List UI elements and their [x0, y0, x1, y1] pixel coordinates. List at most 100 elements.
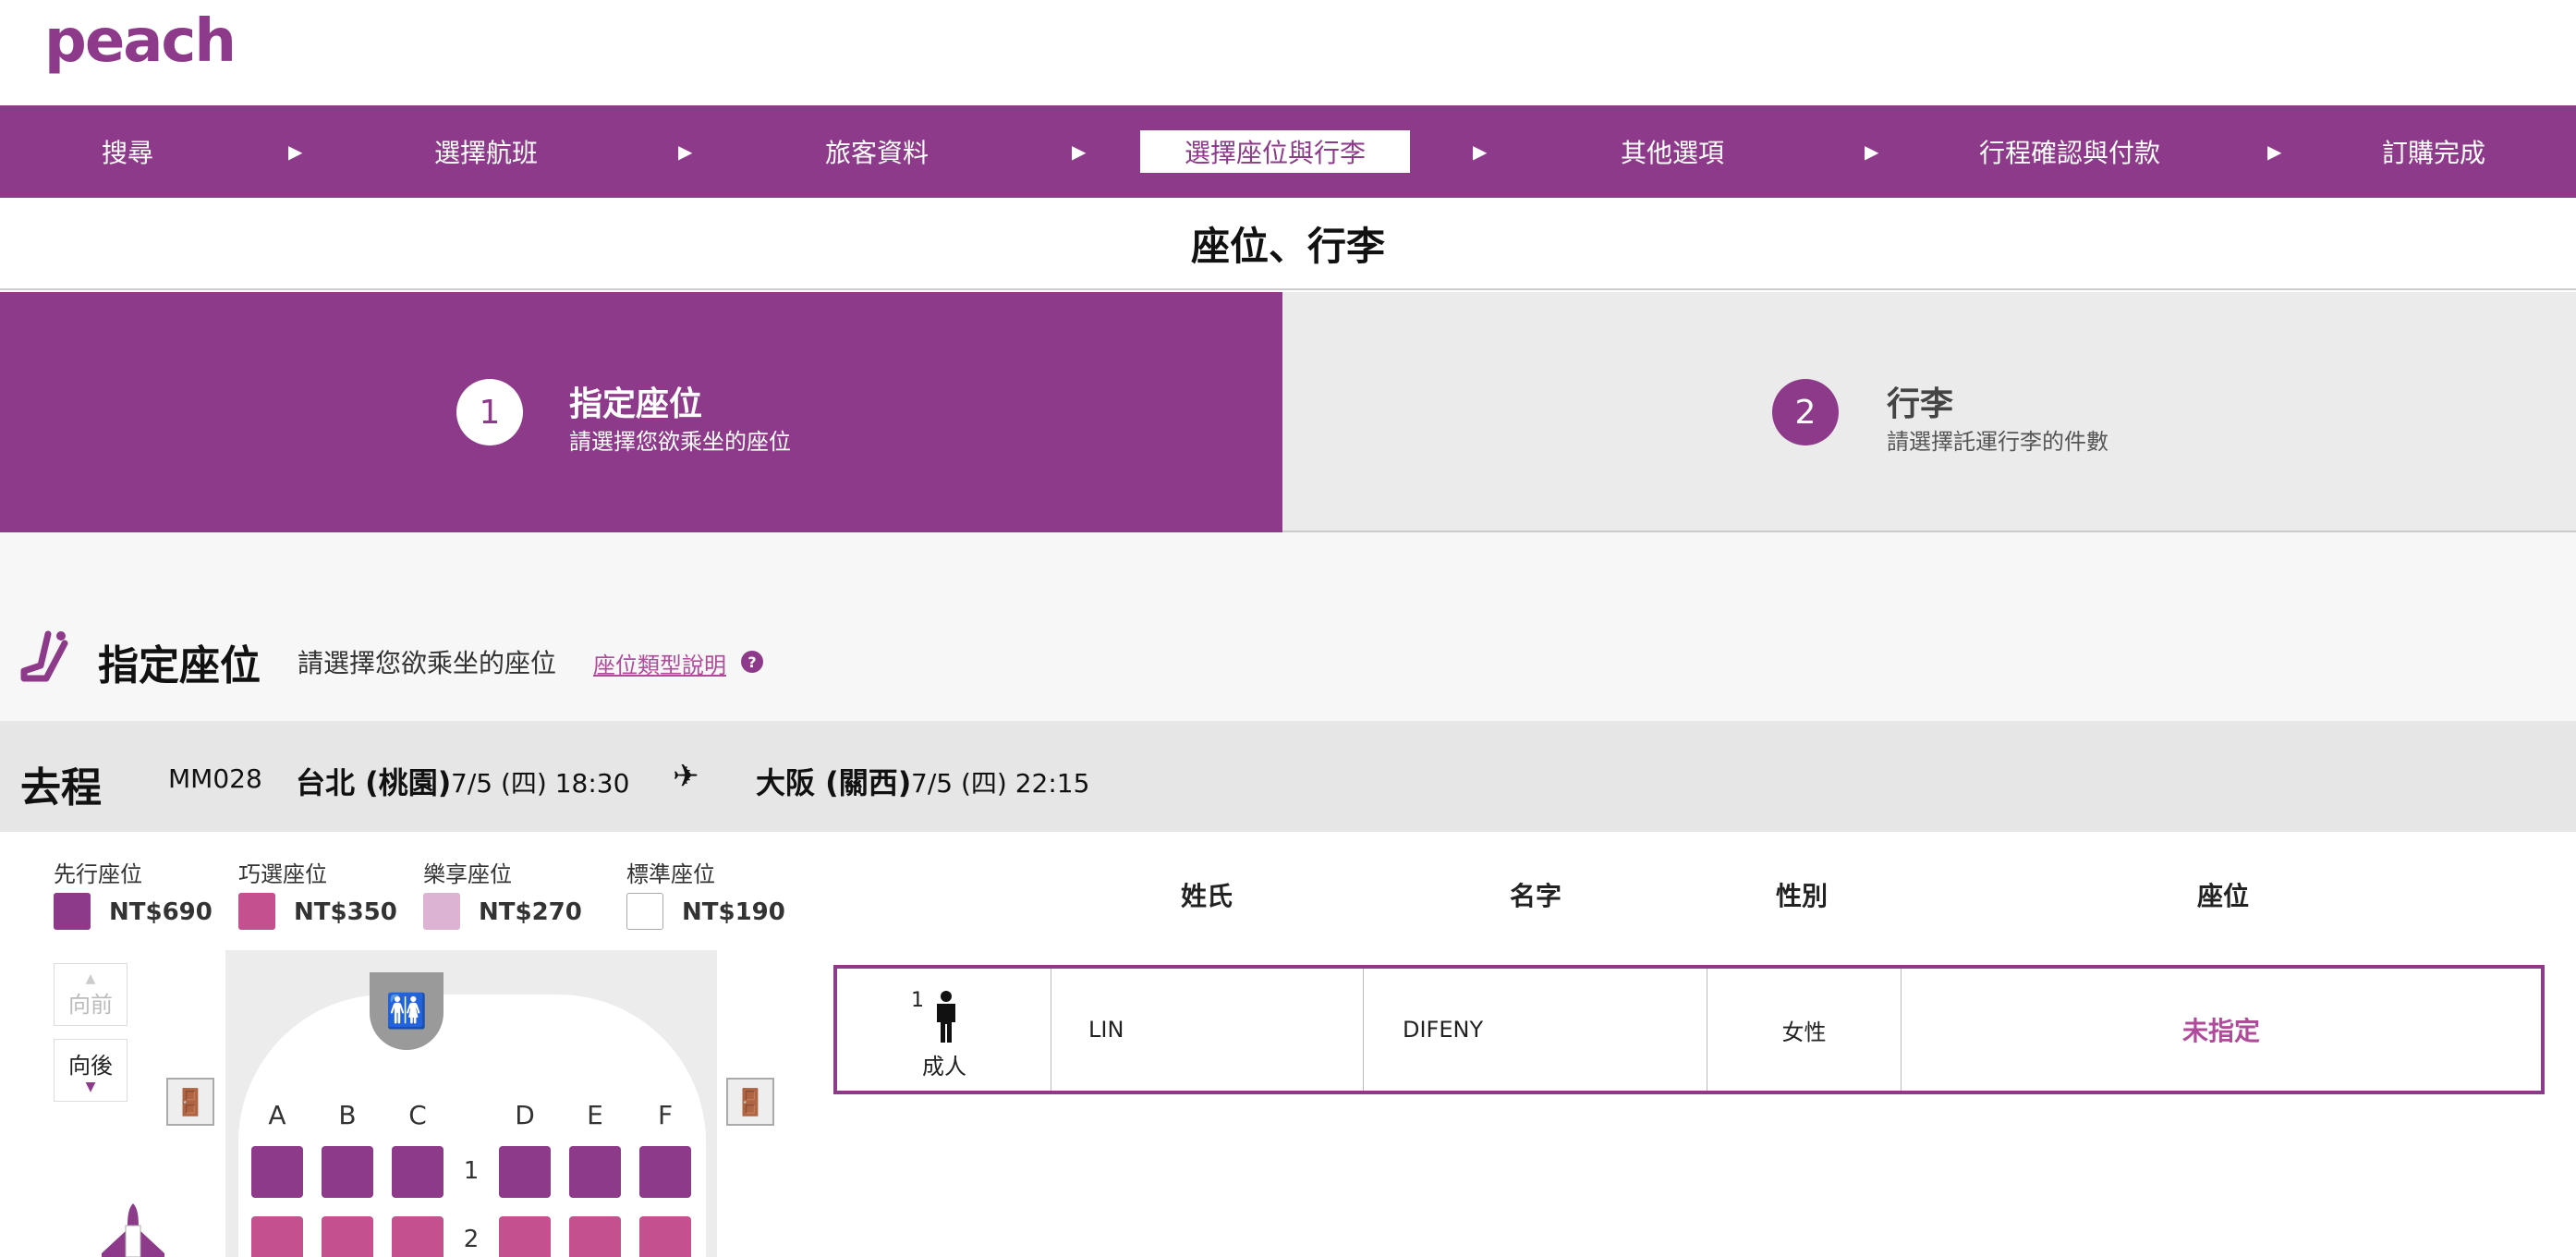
scroll-forward-button[interactable]: ▲ 向前 — [54, 963, 128, 1026]
booking-step-nav: 搜尋 ▶ 選擇航班 ▶ 旅客資料 ▶ 選擇座位與行李 ▶ 其他選項 ▶ 行程確認… — [0, 105, 2576, 198]
step-label: 選擇航班 — [433, 138, 538, 168]
legend-comfort: 樂享座位 NT$270 — [423, 856, 582, 930]
step-arrow-icon: ▶ — [1072, 140, 1087, 163]
seat-2E[interactable] — [569, 1216, 621, 1257]
help-icon[interactable]: ? — [741, 651, 763, 673]
seat-column-label: D — [515, 1100, 535, 1130]
seat-column-label: E — [587, 1100, 603, 1130]
section-header: 指定座位 請選擇您欲乘坐的座位 座位類型說明 ? — [0, 621, 2576, 695]
departure-airport: 台北 (桃園) — [296, 765, 452, 800]
plane-position-icon — [102, 1203, 164, 1257]
passenger-number: 1 — [911, 989, 924, 1012]
airplane-icon: ✈ — [673, 758, 699, 795]
step-label: 搜尋 — [101, 138, 153, 168]
step-label: 選擇座位與行李 — [1139, 130, 1410, 173]
header-given-name: 名字 — [1509, 881, 1561, 911]
step-number-badge: 1 — [456, 379, 523, 445]
cabin — [238, 995, 706, 1257]
legend-price: NT$350 — [294, 898, 397, 926]
seat-1F[interactable] — [639, 1146, 691, 1198]
button-label: 向後 — [68, 1052, 113, 1079]
tab-subtitle: 請選擇您欲乘坐的座位 — [569, 429, 791, 455]
step-label: 行程確認與付款 — [1978, 138, 2160, 168]
legend-swatch — [238, 893, 275, 930]
seat-column-label: A — [268, 1100, 286, 1130]
legend-standard: 標準座位 NT$190 — [626, 856, 785, 930]
tab-title: 指定座位 — [569, 385, 703, 423]
seat-1D[interactable] — [499, 1146, 551, 1198]
legend-swatch — [54, 893, 91, 930]
passenger-type: 成人 — [922, 1054, 966, 1080]
legend-label: 標準座位 — [626, 861, 715, 887]
tab-seat-selection[interactable]: 1 指定座位 請選擇您欲乘坐的座位 — [0, 292, 1282, 532]
flight-number: MM028 — [168, 763, 262, 794]
seat-baggage-tabs: 1 指定座位 請選擇您欲乘坐的座位 2 行李 請選擇託運行李的件數 — [0, 292, 2576, 532]
step-arrow-icon: ▶ — [288, 140, 303, 163]
seat-2F[interactable] — [639, 1216, 691, 1257]
departure-time: 7/5 (四) 18:30 — [451, 768, 630, 799]
flight-direction: 去程 — [20, 764, 102, 812]
seat-2C[interactable] — [392, 1216, 444, 1257]
step-label: 訂購完成 — [2381, 138, 2485, 168]
page-title: 座位、行李 — [0, 198, 2576, 290]
chevron-down-icon: ▼ — [85, 1079, 96, 1094]
peach-logo[interactable]: peach — [44, 7, 237, 76]
seat-1C[interactable] — [392, 1146, 444, 1198]
gender-cell: 女性 — [1707, 969, 1902, 1091]
passenger-type-cell: 1 成人 — [837, 969, 1051, 1091]
seat-2B[interactable] — [322, 1216, 373, 1257]
step-complete: 訂購完成 — [2317, 105, 2550, 198]
passenger-row[interactable]: 1 成人 LIN DIFENY 女性 未指定 — [833, 965, 2545, 1094]
step-search: 搜尋 — [0, 105, 255, 198]
scroll-backward-button[interactable]: 向後 ▼ — [54, 1039, 128, 1102]
tab-baggage[interactable]: 2 行李 請選擇託運行李的件數 — [1282, 292, 2576, 532]
seat-status-cell[interactable]: 未指定 — [1902, 969, 2541, 1091]
legend-label: 樂享座位 — [423, 861, 512, 887]
tab-title: 行李 — [1887, 385, 1954, 423]
seat-1A[interactable] — [251, 1146, 303, 1198]
seat-type-info-link[interactable]: 座位類型說明 — [593, 647, 726, 679]
legend-label: 先行座位 — [54, 861, 142, 887]
step-confirm-pay: 行程確認與付款 — [1926, 105, 2214, 198]
legend-price: NT$190 — [682, 898, 785, 926]
header-gender: 性別 — [1775, 881, 1828, 911]
legend-label: 巧選座位 — [238, 861, 327, 887]
adult-person-icon — [937, 991, 955, 1043]
step-label: 其他選項 — [1620, 138, 1724, 168]
seat-row-label: 2 — [463, 1226, 480, 1253]
step-arrow-icon: ▶ — [1865, 140, 1879, 163]
seat-map-area: 先行座位 NT$690 巧選座位 NT$350 樂享座位 NT$270 標準座位… — [0, 832, 2576, 1257]
seat-column-label: B — [338, 1100, 357, 1130]
seat-column-label: F — [657, 1100, 674, 1130]
seat-2D[interactable] — [499, 1216, 551, 1257]
legend-swatch — [626, 893, 663, 930]
step-label: 旅客資料 — [824, 138, 929, 168]
step-passenger-info: 旅客資料 — [745, 105, 1009, 198]
given-name-cell: DIFENY — [1364, 969, 1707, 1091]
step-other-options: 其他選項 — [1537, 105, 1807, 198]
step-arrow-icon: ▶ — [2267, 140, 2282, 163]
arrival-airport: 大阪 (關西) — [756, 765, 912, 800]
button-label: 向前 — [68, 991, 113, 1018]
site-header: peach — [0, 0, 2576, 105]
seat-selection-content: 指定座位 請選擇您欲乘坐的座位 座位類型說明 ? 去程 MM028 台北 (桃園… — [0, 532, 2576, 1257]
legend-price: NT$270 — [479, 898, 582, 926]
surname-cell: LIN — [1051, 969, 1364, 1091]
seat-icon — [20, 630, 68, 682]
arrival-time: 7/5 (四) 22:15 — [911, 768, 1090, 799]
legend-smart: 巧選座位 NT$350 — [238, 856, 397, 930]
seat-1E[interactable] — [569, 1146, 621, 1198]
seat-2A[interactable] — [251, 1216, 303, 1257]
step-number-badge: 2 — [1772, 379, 1839, 445]
seat-1B[interactable] — [322, 1146, 373, 1198]
tab-subtitle: 請選擇託運行李的件數 — [1887, 429, 2108, 455]
emergency-exit-right-icon: 🚪 — [726, 1078, 774, 1126]
step-arrow-icon: ▶ — [678, 140, 693, 163]
section-subtitle: 請選擇您欲乘坐的座位 — [298, 648, 557, 678]
seat-row-label: 1 — [463, 1157, 480, 1185]
lavatory-icon: 🚻 — [370, 972, 444, 1050]
header-surname: 姓氏 — [1180, 881, 1233, 911]
flight-info-bar: 去程 MM028 台北 (桃園) 7/5 (四) 18:30 ✈ 大阪 (關西)… — [0, 721, 2576, 832]
legend-price: NT$690 — [109, 898, 213, 926]
step-arrow-icon: ▶ — [1473, 140, 1488, 163]
